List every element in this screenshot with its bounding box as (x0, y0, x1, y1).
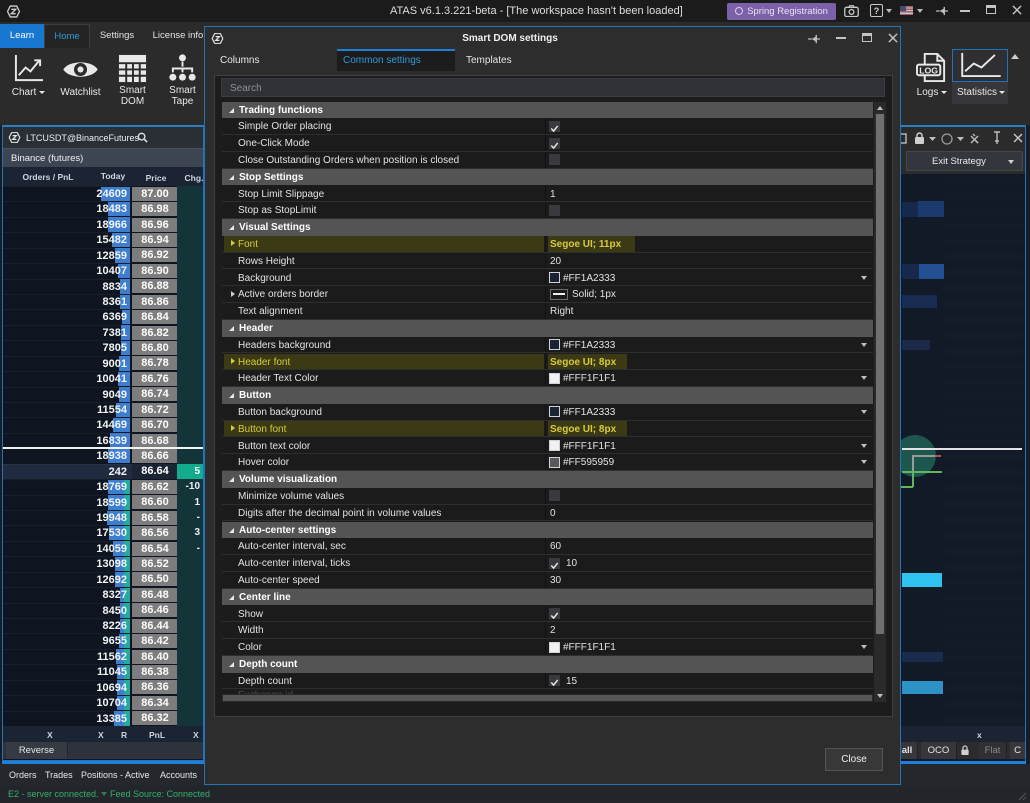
svg-text:LOG: LOG (919, 65, 938, 75)
